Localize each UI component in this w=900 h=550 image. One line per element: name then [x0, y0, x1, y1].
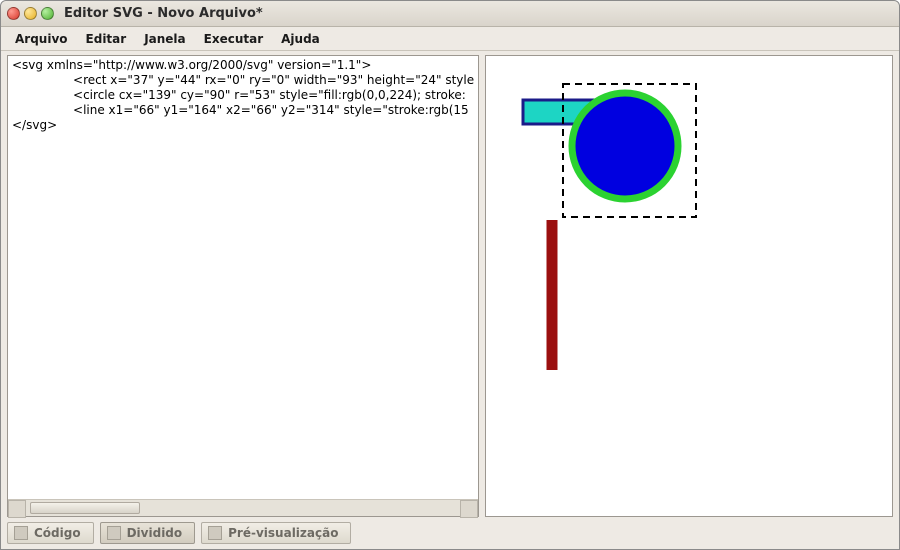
tab-dividido[interactable]: Dividido — [100, 522, 196, 544]
code-icon — [14, 526, 28, 540]
scrollbar-thumb[interactable] — [30, 502, 140, 514]
tab-codigo[interactable]: Código — [7, 522, 94, 544]
app-window: Editor SVG - Novo Arquivo* Arquivo Edita… — [0, 0, 900, 550]
preview-circle-shape[interactable] — [572, 93, 678, 199]
code-pane: <svg xmlns="http://www.w3.org/2000/svg" … — [7, 55, 479, 517]
window-title: Editor SVG - Novo Arquivo* — [64, 6, 263, 21]
menu-editar[interactable]: Editar — [78, 30, 135, 48]
menu-executar[interactable]: Executar — [196, 30, 271, 48]
menu-ajuda[interactable]: Ajuda — [273, 30, 328, 48]
workspace: <svg xmlns="http://www.w3.org/2000/svg" … — [1, 51, 899, 519]
code-editor[interactable]: <svg xmlns="http://www.w3.org/2000/svg" … — [8, 56, 478, 499]
menubar: Arquivo Editar Janela Executar Ajuda — [1, 27, 899, 51]
tab-pre-visualizacao[interactable]: Pré-visualização — [201, 522, 351, 544]
traffic-lights — [7, 7, 54, 20]
horizontal-scrollbar[interactable] — [8, 499, 478, 516]
preview-icon — [208, 526, 222, 540]
minimize-icon[interactable] — [24, 7, 37, 20]
menu-janela[interactable]: Janela — [136, 30, 193, 48]
preview-pane — [485, 55, 893, 517]
tab-label: Pré-visualização — [228, 526, 338, 540]
split-icon — [107, 526, 121, 540]
svg-preview-canvas[interactable] — [486, 56, 892, 516]
close-icon[interactable] — [7, 7, 20, 20]
tab-label: Dividido — [127, 526, 183, 540]
titlebar[interactable]: Editor SVG - Novo Arquivo* — [1, 1, 899, 27]
zoom-icon[interactable] — [41, 7, 54, 20]
view-tabs: Código Dividido Pré-visualização — [1, 519, 899, 549]
menu-arquivo[interactable]: Arquivo — [7, 30, 76, 48]
tab-label: Código — [34, 526, 81, 540]
